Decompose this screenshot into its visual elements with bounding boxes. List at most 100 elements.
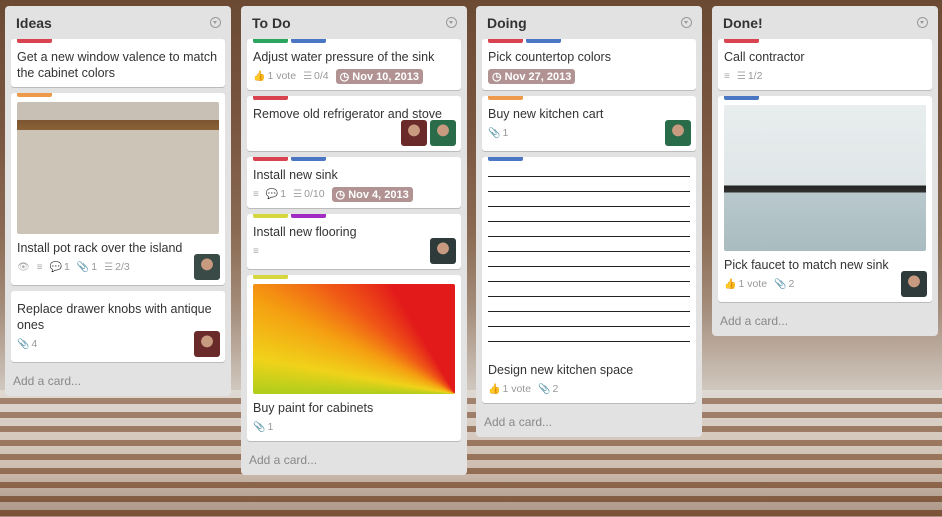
card-badges: 📎 1 bbox=[253, 419, 455, 435]
due-date-text: Nov 27, 2013 bbox=[504, 70, 572, 83]
list-ideas: Ideas Get a new window valence to match t… bbox=[5, 6, 231, 396]
badge-checklist: ☰ 2/3 bbox=[104, 261, 130, 273]
card-labels bbox=[488, 157, 690, 161]
card[interactable]: Call contractor ≡ ☰ 1/2 bbox=[718, 39, 932, 90]
badge-attachments: 📎 1 bbox=[488, 127, 508, 139]
badge-text: 0/4 bbox=[314, 70, 329, 82]
card[interactable]: Install new flooring ≡ bbox=[247, 214, 461, 269]
card[interactable]: Get a new window valence to match the ca… bbox=[11, 39, 225, 87]
description-icon: ≡ bbox=[36, 261, 43, 273]
card[interactable]: Buy paint for cabinets 📎 1 bbox=[247, 275, 461, 441]
badge-description: ≡ bbox=[37, 262, 43, 273]
label-purple bbox=[291, 214, 326, 218]
faucet-cover-image bbox=[724, 105, 926, 251]
label-orange bbox=[488, 96, 523, 100]
badge-checklist: ☰ 0/10 bbox=[293, 188, 324, 200]
list-done: Done! Call contractor ≡ ☰ 1/2 Pick faucet to … bbox=[712, 6, 938, 336]
list-header: Doing bbox=[482, 6, 696, 39]
list-menu-icon[interactable] bbox=[681, 17, 692, 28]
add-card-link[interactable]: Add a card... bbox=[11, 368, 225, 396]
add-card-link[interactable]: Add a card... bbox=[247, 447, 461, 475]
badge-text: 1 bbox=[64, 261, 70, 273]
badge-text: 2 bbox=[552, 383, 559, 395]
background-photo bbox=[0, 390, 942, 517]
list-header: Ideas bbox=[11, 6, 225, 39]
card-title: Buy paint for cabinets bbox=[253, 401, 374, 415]
card-title: Install new sink bbox=[253, 168, 338, 182]
list-menu-icon[interactable] bbox=[917, 17, 928, 28]
card[interactable]: Install pot rack over the island 👁 ≡ 💬 1 📎 1 ☰ 2… bbox=[11, 93, 225, 285]
card[interactable]: Remove old refrigerator and stove bbox=[247, 96, 461, 151]
badge-text: 1 bbox=[91, 261, 98, 273]
floor-plan-cover-image bbox=[488, 166, 690, 356]
list-menu-icon[interactable] bbox=[446, 17, 457, 28]
list-title: To Do bbox=[252, 14, 291, 31]
list-header: To Do bbox=[247, 6, 461, 39]
card[interactable]: Install new sink ≡ 💬 1 ☰ 0/10 ◷ Nov 4, 2013 bbox=[247, 157, 461, 208]
avatar[interactable] bbox=[430, 120, 456, 146]
badge-text: 4 bbox=[31, 338, 38, 350]
label-red bbox=[253, 157, 288, 161]
card-title: Adjust water pressure of the sink bbox=[253, 50, 435, 64]
checklist-icon: ☰ bbox=[104, 261, 114, 273]
list-title: Ideas bbox=[16, 14, 52, 31]
list-title: Done! bbox=[723, 14, 763, 31]
avatar[interactable] bbox=[901, 271, 927, 297]
badge-description: ≡ bbox=[253, 189, 259, 200]
label-orange bbox=[17, 93, 52, 97]
add-card-link[interactable]: Add a card... bbox=[718, 308, 932, 336]
badge-votes: 👍 1 vote bbox=[253, 70, 296, 82]
badge-text: 2 bbox=[788, 278, 795, 290]
label-yellow bbox=[253, 214, 288, 218]
badge-checklist: ☰ 1/2 bbox=[737, 70, 763, 82]
card[interactable]: Pick faucet to match new sink 👍 1 vote 📎 2 bbox=[718, 96, 932, 302]
checklist-icon: ☰ bbox=[736, 70, 746, 82]
card[interactable]: Replace drawer knobs with antique ones 📎 4 bbox=[11, 291, 225, 362]
add-card-link[interactable]: Add a card... bbox=[482, 409, 696, 437]
label-blue bbox=[291, 157, 326, 161]
badge-attachments: 📎 4 bbox=[17, 338, 37, 350]
list-todo: To Do Adjust water pressure of the sink 👍 1… bbox=[241, 6, 467, 475]
clock-icon: ◷ bbox=[335, 188, 349, 201]
description-icon: ≡ bbox=[253, 245, 259, 257]
checklist-icon: ☰ bbox=[303, 70, 313, 82]
card-badges: 👁 ≡ 💬 1 📎 1 ☰ 2/3 bbox=[17, 259, 219, 275]
avatar[interactable] bbox=[194, 254, 220, 280]
card-labels bbox=[724, 96, 926, 100]
due-date-badge: ◷ Nov 10, 2013 bbox=[335, 68, 423, 84]
description-icon: ≡ bbox=[724, 70, 730, 82]
card-title: Pick countertop colors bbox=[488, 50, 611, 64]
card-members bbox=[665, 120, 691, 146]
card-title: Install pot rack over the island bbox=[17, 241, 183, 255]
paperclip-icon: 📎 bbox=[253, 421, 266, 433]
comment-icon: 💬 bbox=[49, 261, 62, 273]
avatar[interactable] bbox=[194, 331, 220, 357]
avatar[interactable] bbox=[665, 120, 691, 146]
card[interactable]: Design new kitchen space 👍 1 vote 📎 2 bbox=[482, 157, 696, 403]
label-blue bbox=[291, 39, 326, 43]
badge-text: 1 vote bbox=[267, 70, 297, 82]
label-yellow bbox=[253, 275, 288, 279]
badge-comments: 💬 1 bbox=[50, 261, 70, 273]
pot-rack-cover-image bbox=[17, 102, 219, 234]
card-badges: 👍 1 vote 📎 2 bbox=[724, 276, 926, 292]
avatar[interactable] bbox=[401, 120, 427, 146]
avatar[interactable] bbox=[430, 238, 456, 264]
badge-watch: 👁 bbox=[17, 262, 30, 273]
due-date-badge: ◷ Nov 4, 2013 bbox=[331, 186, 413, 202]
badge-attachments: 📎 2 bbox=[538, 383, 558, 395]
card[interactable]: Buy new kitchen cart 📎 1 bbox=[482, 96, 696, 151]
due-date-text: Nov 4, 2013 bbox=[348, 188, 409, 201]
card[interactable]: Pick countertop colors ◷ Nov 27, 2013 bbox=[482, 39, 696, 90]
card-badges: 👍 1 vote ☰ 0/4 ◷ Nov 10, 2013 bbox=[253, 68, 455, 84]
card-title: Replace drawer knobs with antique ones bbox=[17, 302, 212, 332]
badge-attachments: 📎 2 bbox=[774, 278, 794, 290]
badge-comments: 💬 1 bbox=[266, 188, 286, 200]
label-green bbox=[253, 39, 288, 43]
card-badges: 📎 4 bbox=[17, 336, 219, 352]
card-labels bbox=[17, 93, 219, 97]
card[interactable]: Adjust water pressure of the sink 👍 1 vote… bbox=[247, 39, 461, 90]
badge-description: ≡ bbox=[253, 246, 259, 257]
card-labels bbox=[253, 275, 455, 279]
list-menu-icon[interactable] bbox=[210, 17, 221, 28]
